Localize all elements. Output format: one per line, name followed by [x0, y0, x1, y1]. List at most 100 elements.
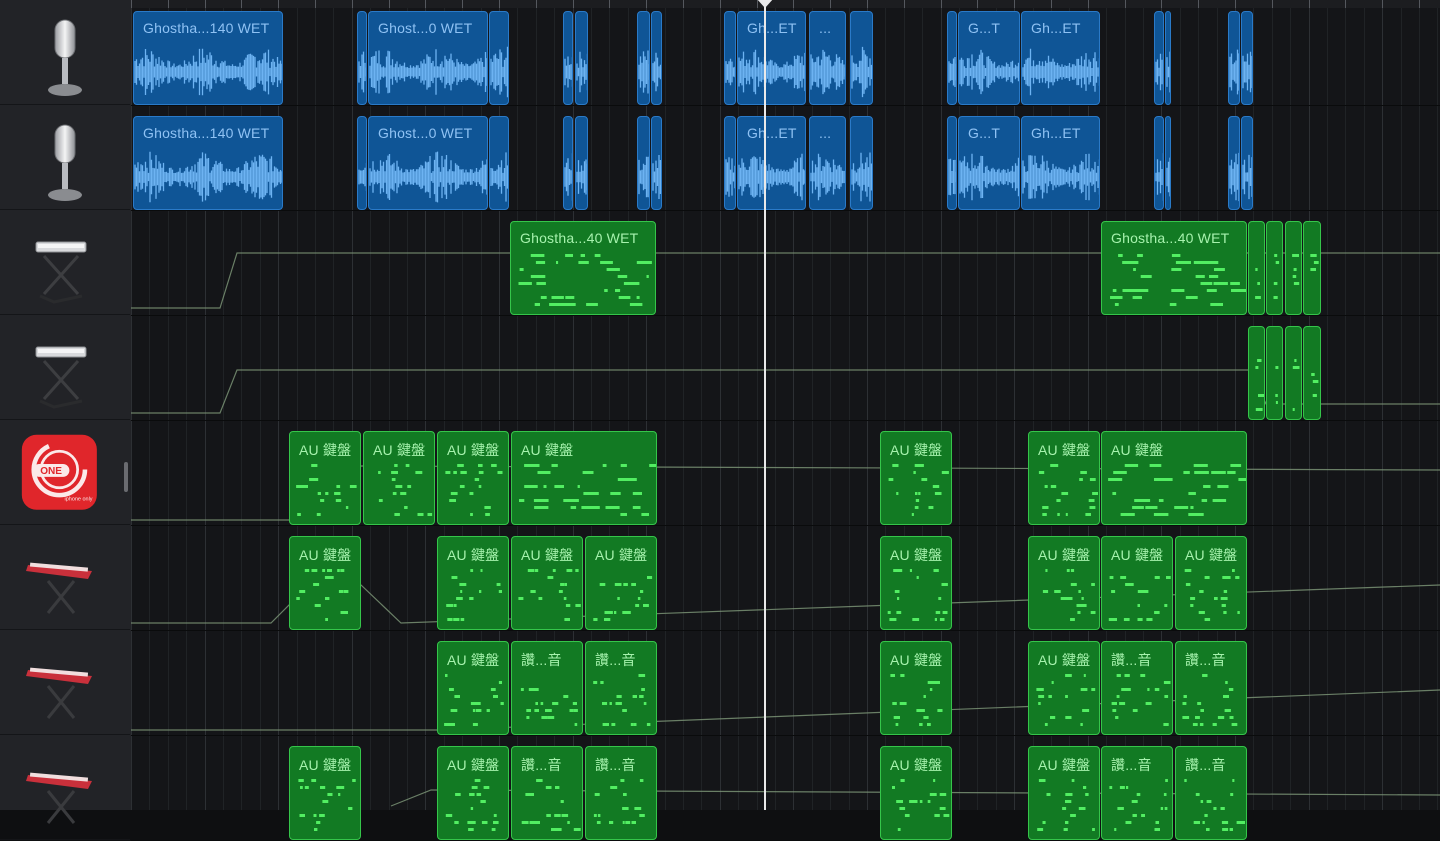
- midi-region[interactable]: AU 鍵盤: [1101, 431, 1247, 525]
- audio-region[interactable]: Ghostha...140 WET: [133, 116, 283, 210]
- track-header-keyboard-1[interactable]: [0, 210, 130, 315]
- audio-region[interactable]: [563, 116, 573, 210]
- audio-region[interactable]: ...: [809, 116, 846, 210]
- midi-region[interactable]: AU 鍵盤: [880, 641, 952, 735]
- audio-region[interactable]: [637, 116, 650, 210]
- audio-region[interactable]: Ghost...0 WET: [368, 116, 488, 210]
- midi-region[interactable]: [1303, 326, 1321, 420]
- audio-region[interactable]: Gh...ET: [1021, 116, 1100, 210]
- midi-region[interactable]: AU 鍵盤: [289, 431, 361, 525]
- midi-region[interactable]: AU 鍵盤: [585, 536, 657, 630]
- midi-region[interactable]: [1248, 326, 1265, 420]
- midi-region[interactable]: [1248, 221, 1265, 315]
- audio-region[interactable]: [575, 116, 588, 210]
- audio-region[interactable]: [489, 11, 509, 105]
- audio-region[interactable]: [947, 116, 957, 210]
- audio-region[interactable]: [724, 11, 736, 105]
- audio-region[interactable]: [1154, 116, 1164, 210]
- audio-region[interactable]: G...T: [958, 116, 1020, 210]
- audio-region[interactable]: Gh...ET: [737, 116, 806, 210]
- audio-region[interactable]: G...T: [958, 11, 1020, 105]
- audio-region[interactable]: [637, 11, 650, 105]
- playhead-handle[interactable]: [756, 0, 774, 8]
- track-header-audio-1[interactable]: [0, 0, 130, 105]
- audio-region[interactable]: [850, 11, 873, 105]
- audio-region[interactable]: Ghost...0 WET: [368, 11, 488, 105]
- midi-region[interactable]: 讚...音: [1175, 746, 1247, 840]
- midi-region[interactable]: [1303, 221, 1321, 315]
- midi-region[interactable]: AU 鍵盤: [437, 641, 509, 735]
- midi-region[interactable]: AU 鍵盤: [880, 431, 952, 525]
- header-resize-handle[interactable]: [124, 462, 128, 492]
- track-header-keyboard-2[interactable]: [0, 315, 130, 420]
- midi-region[interactable]: AU 鍵盤: [437, 431, 509, 525]
- track-header-red-keyboard-1[interactable]: [0, 525, 130, 630]
- audio-region[interactable]: [1154, 11, 1164, 105]
- midi-region[interactable]: 讚...音: [1101, 641, 1173, 735]
- midi-region[interactable]: [1285, 326, 1302, 420]
- track-header-red-keyboard-3[interactable]: [0, 735, 130, 840]
- audio-region[interactable]: [1228, 11, 1240, 105]
- midi-region[interactable]: 讚...音: [511, 641, 583, 735]
- audio-region[interactable]: [357, 116, 367, 210]
- midi-region[interactable]: AU 鍵盤: [1028, 536, 1100, 630]
- audio-region[interactable]: Gh...ET: [1021, 11, 1100, 105]
- track-header-red-keyboard-2[interactable]: [0, 630, 130, 735]
- audio-region[interactable]: Gh...ET: [737, 11, 806, 105]
- track-header-one-app[interactable]: ONE iphone only: [0, 420, 130, 525]
- midi-region[interactable]: 讚...音: [585, 746, 657, 840]
- audio-region[interactable]: [850, 116, 873, 210]
- audio-region[interactable]: [575, 11, 588, 105]
- audio-region[interactable]: [563, 11, 573, 105]
- midi-region[interactable]: [1285, 221, 1302, 315]
- midi-region[interactable]: AU 鍵盤: [880, 536, 952, 630]
- midi-region[interactable]: AU 鍵盤: [511, 536, 583, 630]
- midi-region[interactable]: AU 鍵盤: [437, 536, 509, 630]
- region-label: Ghost...0 WET: [378, 20, 473, 36]
- midi-notes: [520, 688, 578, 726]
- midi-region[interactable]: Ghostha...40 WET: [1101, 221, 1247, 315]
- waveform: [1229, 152, 1239, 202]
- midi-region[interactable]: AU 鍵盤: [1028, 746, 1100, 840]
- audio-region[interactable]: [1165, 116, 1171, 210]
- midi-region[interactable]: [1266, 326, 1283, 420]
- arrange-area[interactable]: Ghostha...140 WET Ghost...0 WET Gh...ET...…: [131, 0, 1440, 841]
- audio-region[interactable]: Ghostha...140 WET: [133, 11, 283, 105]
- midi-region[interactable]: AU 鍵盤: [437, 746, 509, 840]
- keyboard-stand-icon: [35, 346, 87, 409]
- midi-region[interactable]: AU 鍵盤: [289, 746, 361, 840]
- audio-region[interactable]: [1165, 11, 1171, 105]
- midi-region[interactable]: [1266, 221, 1283, 315]
- midi-region[interactable]: 讚...音: [511, 746, 583, 840]
- midi-region[interactable]: AU 鍵盤: [880, 746, 952, 840]
- automation-line[interactable]: [131, 369, 1440, 414]
- region-label: AU 鍵盤: [1111, 442, 1164, 458]
- track-header-audio-2[interactable]: [0, 105, 130, 210]
- midi-region[interactable]: 讚...音: [585, 641, 657, 735]
- audio-region[interactable]: [357, 11, 367, 105]
- audio-region[interactable]: [1228, 116, 1240, 210]
- audio-region[interactable]: [1241, 116, 1253, 210]
- midi-region[interactable]: AU 鍵盤: [289, 536, 361, 630]
- midi-region[interactable]: AU 鍵盤: [1101, 536, 1173, 630]
- midi-region[interactable]: AU 鍵盤: [1028, 641, 1100, 735]
- midi-region[interactable]: Ghostha...40 WET: [510, 221, 656, 315]
- playhead[interactable]: [764, 0, 766, 810]
- microphone-icon: [48, 124, 82, 201]
- audio-region[interactable]: ...: [809, 11, 846, 105]
- midi-region[interactable]: 讚...音: [1175, 641, 1247, 735]
- region-label: AU 鍵盤: [1038, 757, 1091, 773]
- midi-region[interactable]: 讚...音: [1101, 746, 1173, 840]
- waveform: [738, 153, 805, 201]
- midi-region[interactable]: AU 鍵盤: [363, 431, 435, 525]
- audio-region[interactable]: [1241, 11, 1253, 105]
- audio-region[interactable]: [651, 116, 662, 210]
- audio-region[interactable]: [724, 116, 736, 210]
- audio-region[interactable]: [651, 11, 662, 105]
- midi-region[interactable]: AU 鍵盤: [1175, 536, 1247, 630]
- region-label: AU 鍵盤: [1038, 652, 1091, 668]
- midi-region[interactable]: AU 鍵盤: [1028, 431, 1100, 525]
- audio-region[interactable]: [489, 116, 509, 210]
- audio-region[interactable]: [947, 11, 957, 105]
- midi-region[interactable]: AU 鍵盤: [511, 431, 657, 525]
